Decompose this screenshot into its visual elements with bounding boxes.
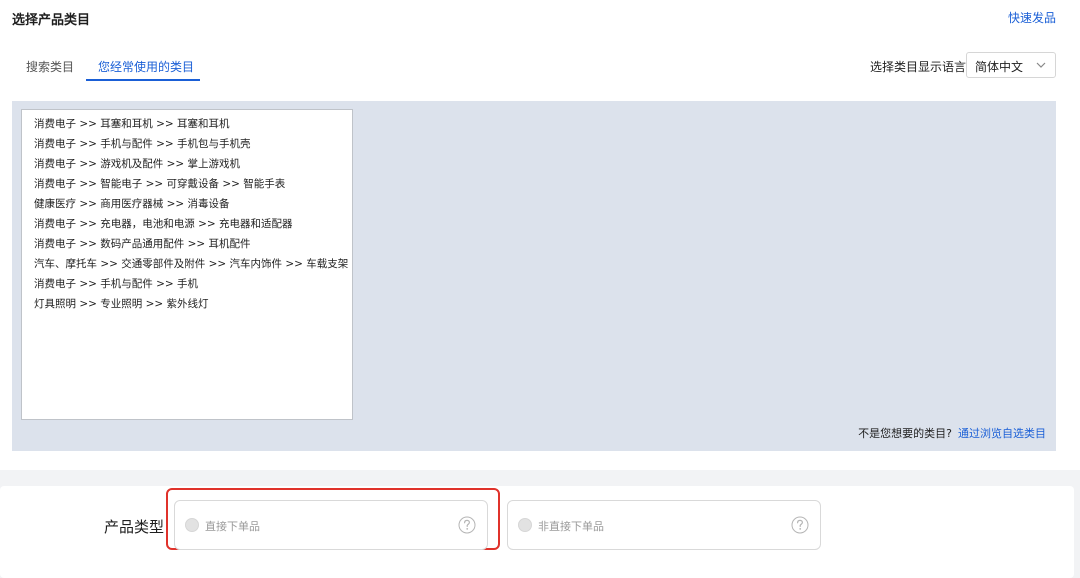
page-title: 选择产品类目 [12, 13, 91, 28]
radio-button[interactable] [185, 518, 199, 532]
list-item[interactable]: 消费电子 >> 手机与配件 >> 手机包与手机壳 [34, 137, 251, 151]
list-item[interactable]: 健康医疗 >> 商用医疗器械 >> 消毒设备 [34, 197, 230, 211]
help-icon[interactable] [790, 515, 810, 535]
list-item[interactable]: 灯具照明 >> 专业照明 >> 紫外线灯 [34, 297, 209, 311]
product-type-panel: 产品类型 直接下单品 非直接下单品 [0, 486, 1074, 578]
chevron-down-icon [1036, 62, 1046, 68]
indirect-order-option[interactable]: 非直接下单品 [507, 500, 821, 550]
list-item[interactable]: 消费电子 >> 手机与配件 >> 手机 [34, 277, 198, 291]
language-select[interactable]: 简体中文 [966, 52, 1056, 78]
hint-question: 不是您想要的类目? [858, 427, 952, 440]
list-item[interactable]: 消费电子 >> 数码产品通用配件 >> 耳机配件 [34, 237, 251, 251]
tab-frequent-categories[interactable]: 您经常使用的类目 [98, 58, 194, 75]
language-label: 选择类目显示语言 [870, 60, 967, 74]
tab-search-category[interactable]: 搜索类目 [26, 58, 74, 75]
radio-button[interactable] [518, 518, 532, 532]
help-icon[interactable] [457, 515, 477, 535]
category-list[interactable]: 消费电子 >> 耳塞和耳机 >> 耳塞和耳机 消费电子 >> 手机与配件 >> … [21, 109, 353, 420]
product-type-label: 产品类型 [104, 518, 165, 536]
list-item[interactable]: 消费电子 >> 智能电子 >> 可穿戴设备 >> 智能手表 [34, 177, 285, 191]
category-area: 消费电子 >> 耳塞和耳机 >> 耳塞和耳机 消费电子 >> 手机与配件 >> … [12, 101, 1056, 451]
category-hint: 不是您想要的类目? 通过浏览自选类目 [858, 425, 1046, 441]
active-tab-indicator [86, 79, 200, 81]
language-select-value: 简体中文 [975, 60, 1024, 74]
list-item[interactable]: 消费电子 >> 耳塞和耳机 >> 耳塞和耳机 [34, 117, 230, 131]
direct-order-option[interactable]: 直接下单品 [174, 500, 488, 550]
browse-categories-link[interactable]: 通过浏览自选类目 [958, 427, 1046, 440]
list-item[interactable]: 消费电子 >> 充电器，电池和电源 >> 充电器和适配器 [34, 217, 293, 231]
category-selection-panel: 选择产品类目 快速发品 搜索类目 您经常使用的类目 选择类目显示语言 简体中文 … [0, 0, 1080, 470]
option-label: 非直接下单品 [538, 520, 604, 533]
option-label: 直接下单品 [205, 520, 260, 533]
list-item[interactable]: 消费电子 >> 游戏机及配件 >> 掌上游戏机 [34, 157, 240, 171]
quick-publish-link[interactable]: 快速发品 [1008, 9, 1056, 26]
list-item[interactable]: 汽车、摩托车 >> 交通零部件及附件 >> 汽车内饰件 >> 车载支架 [34, 257, 348, 271]
